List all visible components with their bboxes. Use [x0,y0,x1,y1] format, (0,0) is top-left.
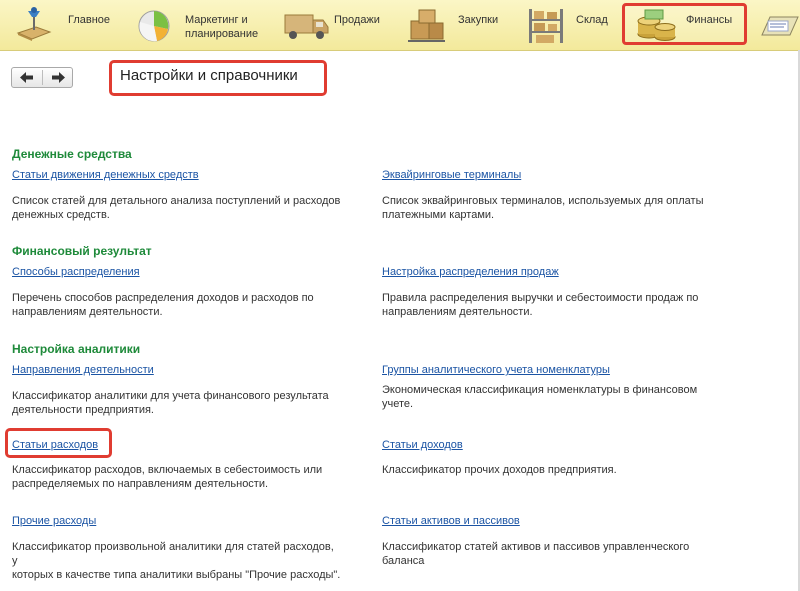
desc-business-lines: Классификатор аналитики для учета финанс… [12,389,342,417]
desc-line: которых в качестве типа аналитики выбран… [12,569,341,581]
desc-line: Список эквайринговых терминалов, использ… [382,195,704,207]
section-marketing-label-1: Маркетинг и [185,14,248,26]
desc-line: направлениям деятельности. [12,306,163,318]
desc-line: распределяемых по направлениям деятельно… [12,478,269,490]
link-other-expenses[interactable]: Прочие расходы [12,515,96,527]
desc-line: Классификатор статей активов и пассивов … [382,541,690,567]
section-sales-label: Продажи [334,14,380,26]
section-finance-label: Финансы [686,14,733,26]
back-button[interactable] [12,68,42,87]
desc-cash-flow-items: Список статей для детального анализа пос… [12,194,342,222]
link-cash-flow-items[interactable]: Статьи движения денежных средств [12,169,199,181]
section-purchases-label: Закупки [458,14,499,26]
boxes-cart-icon [405,7,449,50]
section-more[interactable] [755,0,800,50]
desc-expense-items: Классификатор расходов, включаемых в себ… [12,463,342,491]
desc-sales-distribution-setup: Правила распределения выручки и себестои… [382,291,712,319]
desc-line: направлениям деятельности. [382,306,533,318]
link-expense-items[interactable]: Статьи расходов [12,439,98,451]
section-main[interactable]: Главное [0,0,125,50]
warehouse-shelf-icon [526,7,568,50]
link-sales-distribution-setup[interactable]: Настройка распределения продаж [382,266,559,278]
link-distribution-methods[interactable]: Способы распределения [12,266,140,278]
delivery-truck-icon [281,7,331,48]
desc-acquiring-terminals: Список эквайринговых терминалов, использ… [382,194,712,222]
section-main-label: Главное [68,14,111,26]
desc-line: Экономическая классификация номенклатуры… [382,384,698,410]
section-purchases[interactable]: Закупки [400,0,520,50]
group-title-analytics-setup: Настройка аналитики [12,342,141,356]
link-nomenclature-analytics-groups[interactable]: Группы аналитического учета номенклатуры [382,364,610,376]
desc-other-expenses: Классификатор произвольной аналитики для… [12,540,342,582]
page-title: Настройки и справочники [120,67,298,84]
section-finance[interactable]: Финансы [625,0,745,50]
desc-distribution-methods: Перечень способов распределения доходов … [12,291,342,319]
desc-income-items: Классификатор прочих доходов предприятия… [382,463,712,477]
desc-line: Классификатор прочих доходов предприятия… [382,464,617,476]
desc-line: платежными картами. [382,209,495,221]
desc-line: Перечень способов распределения доходов … [12,292,314,304]
desc-line: Список статей для детального анализа пос… [12,195,341,207]
desc-line: Классификатор расходов, включаемых в себ… [12,464,323,476]
section-sales[interactable]: Продажи [275,0,400,50]
link-acquiring-terminals[interactable]: Эквайринговые терминалы [382,169,521,181]
home-desk-icon [14,7,54,46]
desc-nomenclature-analytics-groups: Экономическая классификация номенклатуры… [382,383,712,411]
section-marketing[interactable]: Маркетинг и планирование [125,0,275,50]
desc-line: деятельности предприятия. [12,404,154,416]
link-assets-liabilities-items[interactable]: Статьи активов и пассивов [382,515,520,527]
desc-line: Правила распределения выручки и себестои… [382,292,699,304]
section-marketing-label-2: планирование [185,28,259,40]
section-panel: Главное Маркетинг и планирование Продажи… [0,0,800,51]
arrow-right-icon [52,72,65,83]
desc-line: денежных средств. [12,209,110,221]
group-title-financial-result: Финансовый результат [12,244,152,258]
coins-icon [635,7,679,48]
link-business-lines[interactable]: Направления деятельности [12,364,154,376]
pie-chart-icon [135,7,173,48]
link-income-items[interactable]: Статьи доходов [382,439,463,451]
section-warehouse-label: Склад [576,14,608,26]
folder-icon [758,7,800,48]
forward-button[interactable] [43,68,73,87]
section-warehouse[interactable]: Склад [520,0,620,50]
desc-line: Классификатор аналитики для учета финанс… [12,390,329,402]
arrow-left-icon [20,72,33,83]
desc-line: Классификатор произвольной аналитики для… [12,541,334,567]
group-title-cash: Денежные средства [12,147,132,161]
desc-assets-liabilities-items: Классификатор статей активов и пассивов … [382,540,712,568]
navigation-buttons [11,67,73,88]
